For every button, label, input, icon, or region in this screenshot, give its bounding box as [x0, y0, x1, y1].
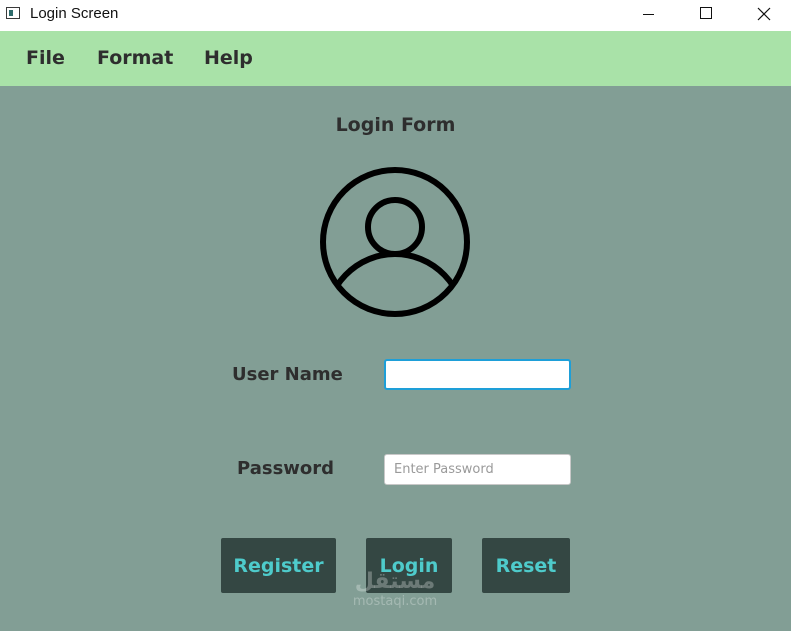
login-window: Login Screen File Format Help Login Form — [0, 0, 791, 631]
title-bar[interactable]: Login Screen — [0, 0, 791, 31]
maximize-icon — [700, 7, 712, 19]
reset-button[interactable]: Reset — [482, 538, 570, 593]
close-button[interactable] — [740, 0, 786, 31]
menu-bar: File Format Help — [0, 31, 791, 86]
username-input[interactable] — [384, 359, 571, 390]
minimize-button[interactable] — [625, 0, 671, 31]
maximize-button[interactable] — [682, 0, 728, 31]
minimize-icon — [643, 14, 654, 15]
login-button[interactable]: Login — [366, 538, 452, 593]
register-button[interactable]: Register — [221, 538, 336, 593]
close-icon — [757, 7, 771, 21]
app-icon — [6, 7, 20, 19]
window-title: Login Screen — [30, 5, 119, 22]
username-label: User Name — [232, 364, 343, 385]
watermark-latin: mostaqi.com — [352, 594, 438, 609]
menu-help[interactable]: Help — [204, 47, 253, 69]
password-input[interactable] — [384, 454, 571, 485]
user-avatar-icon — [320, 167, 470, 317]
form-title: Login Form — [335, 114, 456, 136]
menu-file[interactable]: File — [26, 47, 65, 69]
menu-format[interactable]: Format — [97, 47, 173, 69]
password-label: Password — [237, 458, 335, 479]
